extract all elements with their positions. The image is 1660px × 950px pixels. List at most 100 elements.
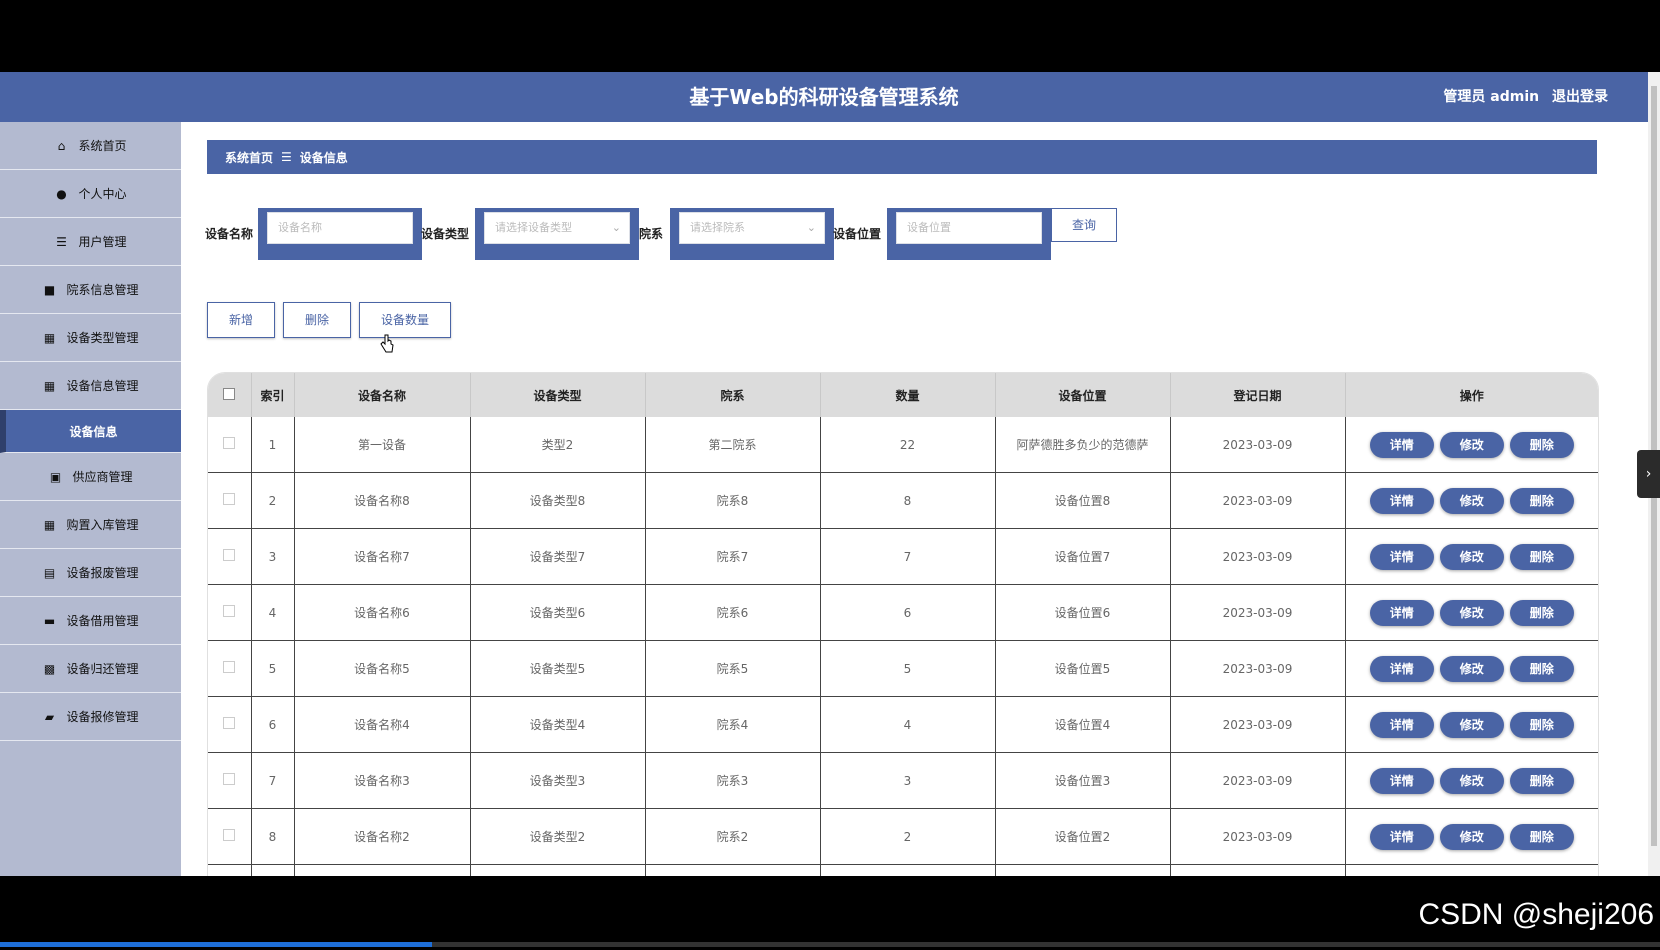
table-cell: 设备名称3 [294, 752, 471, 809]
add-button[interactable]: 新增 [207, 302, 275, 338]
row-delete-button[interactable]: 删除 [1509, 767, 1574, 794]
row-checkbox[interactable] [208, 640, 252, 697]
row-delete-button[interactable]: 删除 [1509, 823, 1574, 850]
row-delete-button[interactable]: 删除 [1509, 655, 1574, 682]
edit-button[interactable]: 修改 [1439, 767, 1504, 794]
table-cell: 类型2 [470, 417, 646, 473]
sidebar-item-11[interactable]: ▩ 设备归还管理 [0, 645, 181, 693]
table-row: 8 设备名称2 设备类型2 院系2 2 设备位置2 2023-03-09 详情 修改 删除 [208, 808, 1598, 865]
chevron-right-icon[interactable]: › [1637, 450, 1660, 498]
table-cell: 阿萨德胜多负少的范德萨 [995, 417, 1171, 473]
detail-button[interactable]: 详情 [1369, 655, 1434, 682]
list-icon: ☰ [56, 234, 67, 249]
row-checkbox[interactable] [208, 808, 252, 865]
row-checkbox[interactable] [208, 528, 252, 585]
query-button[interactable]: 查询 [1051, 208, 1117, 242]
detail-button[interactable]: 详情 [1369, 711, 1434, 738]
device-type-select[interactable]: 请选择设备类型 ⌄ [484, 212, 630, 244]
sidebar-item-0[interactable]: ⌂ 系统首页 [0, 122, 181, 170]
sidebar-item-label: 设备归还管理 [66, 662, 139, 676]
sidebar-item-8[interactable]: ▦ 购置入库管理 [0, 501, 181, 549]
select-all-checkbox[interactable] [208, 373, 252, 417]
detail-button[interactable]: 详情 [1369, 431, 1434, 458]
edit-button[interactable]: 修改 [1439, 599, 1504, 626]
detail-button[interactable]: 详情 [1369, 767, 1434, 794]
row-checkbox[interactable] [208, 584, 252, 641]
sidebar-item-12[interactable]: ▰ 设备报修管理 [0, 693, 181, 741]
user-area: 管理员 admin 退出登录 [1435, 72, 1608, 122]
sidebar-item-label: 设备报修管理 [66, 710, 139, 724]
row-delete-button[interactable]: 删除 [1509, 543, 1574, 570]
table-row: 1 第一设备 类型2 第二院系 22 阿萨德胜多负少的范德萨 2023-03-09 详情 修改删… [208, 417, 1598, 473]
row-checkbox[interactable] [208, 696, 252, 753]
detail-button[interactable]: 详情 [1369, 599, 1434, 626]
detail-button[interactable]: 详情 [1369, 823, 1434, 850]
row-checkbox[interactable] [208, 417, 252, 473]
table-cell: 院系7 [645, 528, 821, 585]
table-cell: 2023-03-09 [1170, 808, 1346, 865]
device-count-button[interactable]: 设备数量 [359, 302, 451, 338]
row-checkbox[interactable] [208, 864, 252, 876]
watermark: CSDN @sheji206 [1418, 898, 1654, 931]
edit-button[interactable]: 修改 [1439, 711, 1504, 738]
row-delete-button[interactable]: 删除 [1509, 711, 1574, 738]
table-cell: 院系3 [645, 752, 821, 809]
app-title: 基于Web的科研设备管理系统 [689, 85, 959, 109]
edit-button[interactable]: 修改 [1439, 487, 1504, 514]
breadcrumb-home[interactable]: 系统首页 [225, 149, 273, 166]
location-label: 设备位置 [833, 227, 882, 241]
sidebar-item-7[interactable]: ▣ 供应商管理 [0, 453, 181, 501]
sidebar-item-9[interactable]: ▤ 设备报废管理 [0, 549, 181, 597]
table-cell: 8 [820, 472, 996, 529]
table-cell: 设备类型4 [470, 696, 646, 753]
sidebar-item-10[interactable]: ▬ 设备借用管理 [0, 597, 181, 645]
column-header: 设备位置 [995, 373, 1171, 417]
table-cell: 设备位置2 [995, 808, 1171, 865]
detail-button[interactable]: 详情 [1369, 543, 1434, 570]
video-progress-bar[interactable] [0, 942, 1660, 947]
grid-icon: ▦ [43, 330, 56, 345]
table-cell: 设备类型1 [470, 864, 646, 876]
row-checkbox[interactable] [208, 752, 252, 809]
sidebar-item-label: 设备报废管理 [66, 566, 139, 580]
monitor-icon: ■ [43, 282, 56, 297]
sidebar-item-5[interactable]: ▦ 设备信息管理 [0, 362, 181, 410]
row-checkbox[interactable] [208, 472, 252, 529]
table-cell: 9 [251, 864, 295, 876]
table-cell: 2023-03-09 [1170, 752, 1346, 809]
table-row: 2 设备名称8 设备类型8 院系8 8 设备位置8 2023-03-09 详情 修改 删除 [208, 472, 1598, 529]
table-cell: 2023-03-09 [1170, 528, 1346, 585]
delete-button[interactable]: 删除 [283, 302, 351, 338]
row-actions: 详情修改删除 [1345, 417, 1598, 473]
device-name-input[interactable]: 设备名称 [267, 212, 413, 244]
table-cell: 设备位置7 [995, 528, 1171, 585]
table-cell: 2023-03-09 [1170, 584, 1346, 641]
dept-select[interactable]: 请选择院系 ⌄ [679, 212, 825, 244]
sidebar-item-1[interactable]: ● 个人中心 [0, 170, 181, 218]
row-delete-button[interactable]: 删除 [1509, 431, 1574, 458]
row-delete-button[interactable]: 删除 [1509, 487, 1574, 514]
row-delete-button[interactable]: 删除 [1509, 599, 1574, 626]
sidebar-item-4[interactable]: ▦ 设备类型管理 [0, 314, 181, 362]
trash-icon: ▤ [43, 565, 56, 580]
table-cell: 设备类型2 [470, 808, 646, 865]
column-header: 登记日期 [1170, 373, 1346, 417]
logout-link[interactable]: 退出登录 [1552, 89, 1608, 105]
edit-button[interactable]: 修改 [1439, 543, 1504, 570]
table-cell: 5 [251, 640, 295, 697]
table-cell: 2 [251, 472, 295, 529]
edit-button[interactable]: 修改 [1439, 823, 1504, 850]
device-location-input[interactable]: 设备位置 [896, 212, 1042, 244]
table-row: 6 设备名称4 设备类型4 院系4 4 设备位置4 2023-03-09 详情 修改 删除 [208, 696, 1598, 753]
table-cell: 设备名称2 [294, 808, 471, 865]
detail-button[interactable]: 详情 [1369, 487, 1434, 514]
table-cell: 院系2 [645, 808, 821, 865]
row-actions: 详情修改删除 [1345, 584, 1598, 641]
sidebar-item-2[interactable]: ☰ 用户管理 [0, 218, 181, 266]
edit-button[interactable]: 修改 [1439, 431, 1504, 458]
table-cell: 设备名称5 [294, 640, 471, 697]
edit-button[interactable]: 修改 [1439, 655, 1504, 682]
sidebar-item-3[interactable]: ■ 院系信息管理 [0, 266, 181, 314]
sidebar-item-6[interactable]: 设备信息 [0, 410, 181, 453]
table-cell: 设备名称7 [294, 528, 471, 585]
